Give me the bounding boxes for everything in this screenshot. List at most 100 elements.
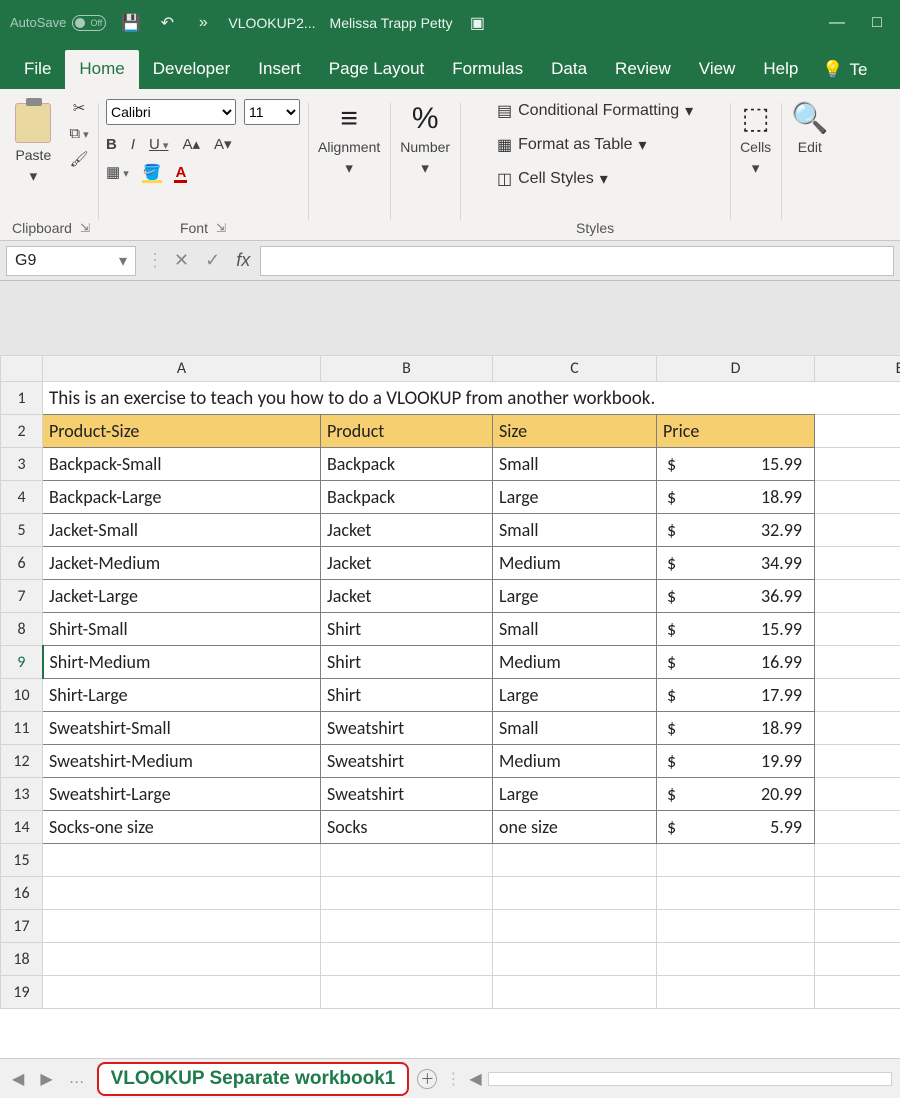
cell[interactable] (815, 712, 900, 745)
cell[interactable]: Medium (493, 547, 657, 580)
cell[interactable] (815, 976, 900, 1009)
cell[interactable] (43, 844, 321, 877)
row-header[interactable]: 15 (1, 844, 43, 877)
col-header-E[interactable]: E (815, 356, 900, 382)
cell[interactable]: $17.99 (657, 679, 815, 712)
row-header[interactable]: 13 (1, 778, 43, 811)
cell[interactable]: Jacket-Large (43, 580, 321, 613)
row-header[interactable]: 8 (1, 613, 43, 646)
header-cell[interactable]: Product (321, 415, 493, 448)
italic-button[interactable]: I (131, 136, 135, 153)
cell[interactable] (815, 580, 900, 613)
cell[interactable] (321, 877, 493, 910)
cell[interactable]: $36.99 (657, 580, 815, 613)
tab-handle-icon[interactable]: ⋮ (445, 1069, 461, 1089)
row-header[interactable]: 9 (1, 646, 43, 679)
cell[interactable]: Sweatshirt-Medium (43, 745, 321, 778)
row-header[interactable]: 18 (1, 943, 43, 976)
cell[interactable]: Large (493, 481, 657, 514)
cell[interactable] (815, 514, 900, 547)
tab-formulas[interactable]: Formulas (438, 50, 537, 89)
paste-dropdown-icon[interactable]: ▾ (30, 167, 38, 185)
name-box-dropdown-icon[interactable]: ▾ (119, 251, 127, 271)
maximize-button[interactable]: □ (864, 14, 890, 32)
sheet-nav-next[interactable]: ▶ (36, 1069, 56, 1089)
row-header[interactable]: 5 (1, 514, 43, 547)
cell[interactable] (493, 976, 657, 1009)
sheet-tab-active[interactable]: VLOOKUP Separate workbook1 (97, 1062, 410, 1096)
hscroll-track[interactable] (488, 1072, 892, 1086)
cell-styles-button[interactable]: ◫ Cell Styles▾ (497, 167, 608, 191)
tell-me[interactable]: 💡 Te (812, 51, 877, 89)
cell[interactable]: Small (493, 514, 657, 547)
cell[interactable]: Small (493, 448, 657, 481)
cell[interactable]: Shirt (321, 646, 493, 679)
cell[interactable] (657, 877, 815, 910)
underline-button[interactable]: U (149, 136, 168, 153)
row-header[interactable]: 4 (1, 481, 43, 514)
tab-review[interactable]: Review (601, 50, 685, 89)
undo-icon[interactable]: ↶ (156, 13, 178, 33)
increase-font-icon[interactable]: A▴ (182, 135, 200, 153)
find-button[interactable]: 🔍 Edit (789, 99, 830, 159)
font-color-button[interactable]: A (175, 164, 186, 181)
cell[interactable] (815, 547, 900, 580)
clipboard-dialog-icon[interactable]: ⇲ (80, 221, 90, 235)
autosave-pill[interactable]: Off (72, 15, 106, 31)
cell[interactable]: Shirt-Small (43, 613, 321, 646)
row-header[interactable]: 3 (1, 448, 43, 481)
row-header[interactable]: 1 (1, 382, 43, 415)
formula-input[interactable] (260, 246, 894, 276)
fx-icon[interactable]: fx (236, 250, 250, 271)
row-header[interactable]: 16 (1, 877, 43, 910)
cell[interactable]: Jacket-Medium (43, 547, 321, 580)
row-header[interactable]: 17 (1, 910, 43, 943)
col-header-C[interactable]: C (493, 356, 657, 382)
cell[interactable] (43, 943, 321, 976)
cell[interactable]: Large (493, 679, 657, 712)
cell[interactable] (815, 481, 900, 514)
row-header[interactable]: 2 (1, 415, 43, 448)
cell[interactable] (321, 844, 493, 877)
cell[interactable]: $19.99 (657, 745, 815, 778)
cell[interactable] (815, 910, 900, 943)
cell[interactable]: $18.99 (657, 481, 815, 514)
select-all-corner[interactable] (1, 356, 43, 382)
cell[interactable]: Jacket-Small (43, 514, 321, 547)
cell[interactable]: $15.99 (657, 613, 815, 646)
cell[interactable]: Socks (321, 811, 493, 844)
qat-more-icon[interactable]: » (192, 14, 214, 32)
format-as-table-button[interactable]: ▦ Format as Table▾ (497, 133, 647, 157)
cell[interactable] (493, 844, 657, 877)
cell[interactable] (815, 679, 900, 712)
cell[interactable]: Shirt-Large (43, 679, 321, 712)
cells-dropdown-icon[interactable]: ▾ (752, 159, 760, 177)
cell[interactable]: $18.99 (657, 712, 815, 745)
hscroll-left[interactable]: ◀ (469, 1069, 481, 1089)
new-sheet-button[interactable]: ＋ (417, 1069, 437, 1089)
bold-button[interactable]: B (106, 136, 117, 153)
tab-view[interactable]: View (685, 50, 750, 89)
tab-data[interactable]: Data (537, 50, 601, 89)
header-cell[interactable]: Price (657, 415, 815, 448)
row-header[interactable]: 11 (1, 712, 43, 745)
cell[interactable]: $5.99 (657, 811, 815, 844)
cell[interactable]: $20.99 (657, 778, 815, 811)
col-header-D[interactable]: D (657, 356, 815, 382)
cell[interactable] (815, 448, 900, 481)
cell[interactable] (815, 844, 900, 877)
row-header[interactable]: 10 (1, 679, 43, 712)
enter-formula-icon[interactable]: ✓ (205, 250, 220, 271)
cell[interactable]: Backpack-Large (43, 481, 321, 514)
cell[interactable]: Small (493, 712, 657, 745)
cell[interactable]: Shirt-Medium (43, 646, 321, 679)
cell[interactable]: Large (493, 778, 657, 811)
row-header[interactable]: 7 (1, 580, 43, 613)
save-icon[interactable]: 💾 (120, 13, 142, 33)
worksheet[interactable]: A B C D E 1This is an exercise to teach … (0, 355, 900, 1058)
decrease-font-icon[interactable]: A▾ (214, 135, 232, 153)
cell[interactable] (815, 415, 900, 448)
cell[interactable]: Sweatshirt (321, 712, 493, 745)
cell[interactable] (657, 976, 815, 1009)
cell[interactable]: Shirt (321, 679, 493, 712)
